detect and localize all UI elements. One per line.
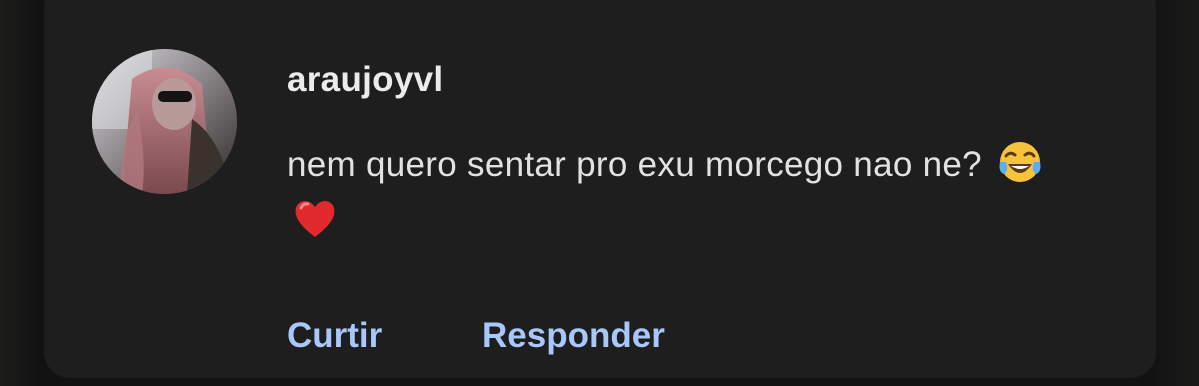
comment-text: nem quero sentar pro exu morcego nao ne? [287, 145, 982, 184]
tears-of-joy-emoji-icon [999, 142, 1041, 182]
reply-button[interactable]: Responder [482, 316, 665, 356]
username[interactable]: araujoyvl [287, 60, 443, 100]
avatar[interactable] [92, 49, 237, 194]
comment-text-block: nem quero sentar pro exu morcego nao ne? [287, 137, 1087, 249]
screen: araujoyvl nem quero sentar pro exu morce… [0, 0, 1199, 386]
red-heart-emoji-icon [295, 201, 335, 237]
like-button[interactable]: Curtir [287, 316, 382, 356]
avatar-photo-icon [92, 49, 237, 194]
